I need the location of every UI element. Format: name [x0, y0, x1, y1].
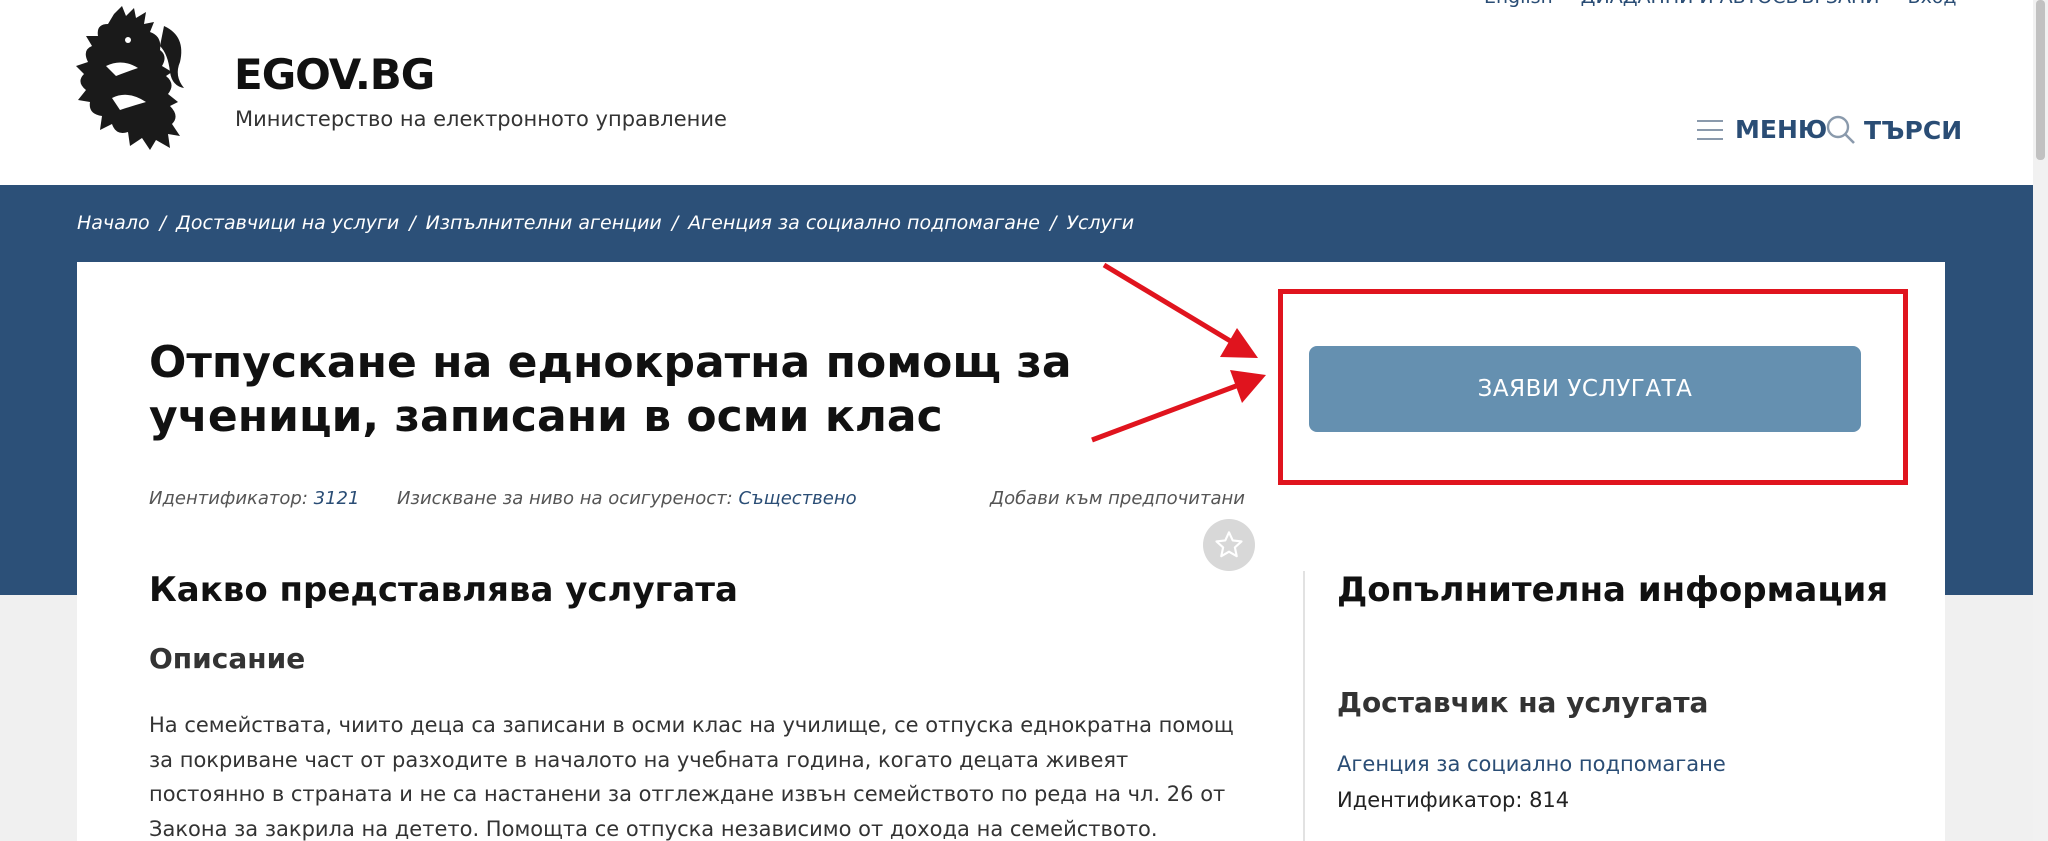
breadcrumb: Начало / Доставчици на услуги / Изпълнителни… [77, 212, 1134, 234]
search-icon [1826, 115, 1855, 144]
site-title[interactable]: EGOV.BG [234, 50, 435, 99]
service-meta: Идентификатор: 3121 Изискване за ниво на… [149, 488, 857, 509]
breadcrumb-separator: / [671, 212, 679, 234]
breadcrumb-separator: / [159, 212, 166, 234]
breadcrumb-item-providers[interactable]: Доставчици на услуги [176, 212, 399, 234]
provider-heading: Доставчик на услугата [1337, 686, 1709, 719]
menu-label: МЕНЮ [1735, 115, 1828, 144]
section-heading-what: Какво представлява услугата [149, 570, 738, 610]
section-heading-additional-info: Допълнителна информация [1337, 570, 1889, 610]
provider-link[interactable]: Агенция за социално подпомагане [1337, 752, 1726, 776]
top-links: English ДИАДАННИ И АВТОСВЪРЗАНИ Вход [1484, 0, 1979, 8]
breadcrumb-item-home[interactable]: Начало [77, 212, 150, 234]
description-heading: Описание [149, 642, 306, 675]
id-label: Идентификатор: [149, 488, 308, 509]
breadcrumb-separator: / [409, 212, 416, 234]
provider-id: Идентификатор: 814 [1337, 788, 1570, 812]
search-button[interactable]: ТЪРСИ [1826, 115, 1962, 145]
breadcrumb-separator: / [1049, 212, 1057, 234]
description-text: На семействата, чиито деца са записани в… [149, 713, 1234, 841]
breadcrumb-item-services[interactable]: Услуги [1066, 212, 1134, 234]
breadcrumb-item-social-agency[interactable]: Агенция за социално подпомагане [688, 212, 1040, 234]
id-value: 3121 [313, 488, 360, 509]
annotation-highlight-box [1278, 289, 1908, 485]
breadcrumb-item-agencies[interactable]: Изпълнителни агенции [426, 212, 662, 234]
column-divider [1303, 571, 1305, 841]
assurance-level-label: Изискване за ниво на осигуреност: [396, 488, 733, 509]
star-icon [1215, 531, 1243, 558]
add-favorite-button[interactable] [1203, 519, 1255, 571]
site-header: EGOV.BG Министерство на електронното упр… [0, 0, 2048, 185]
add-favorite-label: Добави към предпочитани [990, 488, 1245, 509]
top-link-language[interactable]: English [1484, 0, 1553, 8]
hamburger-menu-icon [1697, 119, 1723, 140]
top-link-login[interactable]: Вход [1908, 0, 1957, 8]
top-link-secondary[interactable]: ДИАДАННИ И АВТОСВЪРЗАНИ [1581, 0, 1880, 8]
site-subtitle: Министерство на електронното управление [235, 107, 727, 131]
search-label: ТЪРСИ [1864, 115, 1963, 145]
menu-button[interactable]: МЕНЮ [1697, 115, 1827, 144]
assurance-level-value[interactable]: Съществено [738, 488, 856, 509]
page-title: Отпускане на еднократна помощ за ученици… [149, 337, 1072, 442]
lion-coat-of-arms-logo[interactable] [76, 6, 194, 151]
scrollbar-thumb[interactable] [2036, 0, 2045, 160]
page-scrollbar[interactable] [2033, 0, 2048, 841]
